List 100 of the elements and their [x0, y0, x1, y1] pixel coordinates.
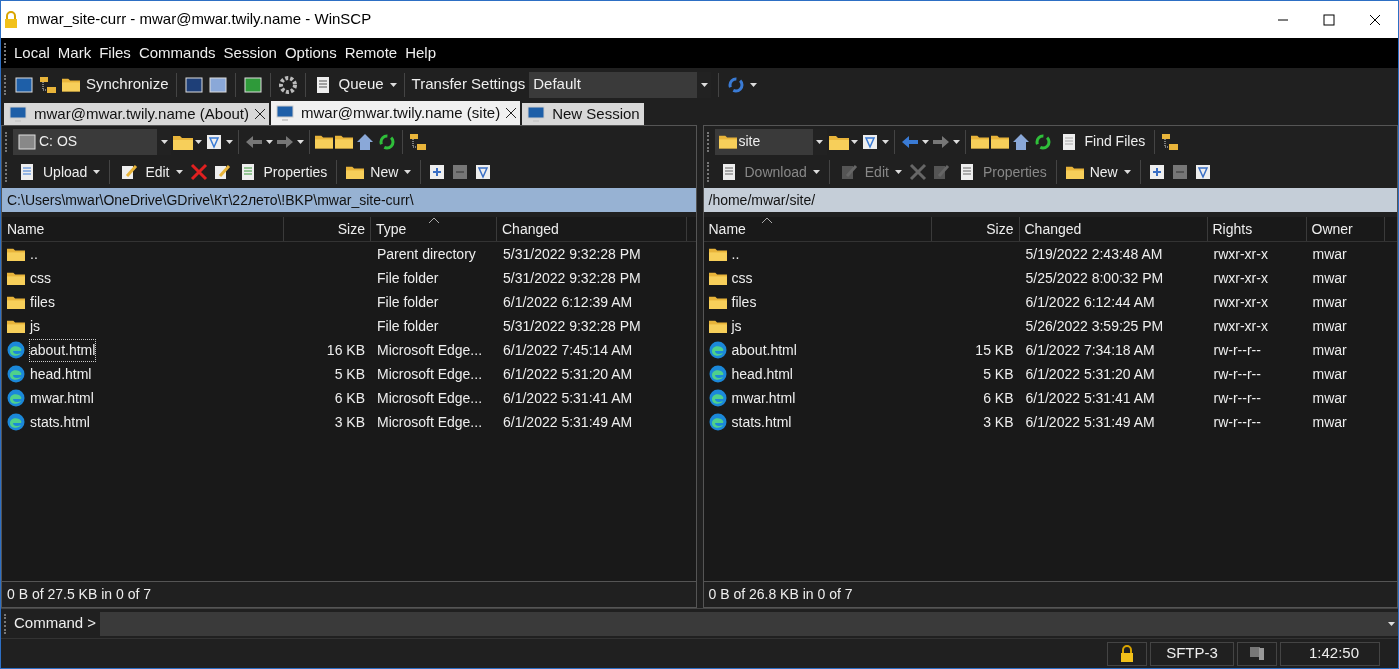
find-files-button[interactable]: Find Files: [1054, 128, 1150, 155]
browser-file-icon: [708, 341, 727, 359]
caret-icon[interactable]: [195, 139, 202, 144]
caret-icon[interactable]: [175, 170, 183, 174]
synchronize-button[interactable]: Synchronize: [62, 73, 169, 96]
monitor-icon: [275, 103, 295, 123]
caret-icon[interactable]: [700, 82, 708, 87]
folder-icon: [7, 270, 25, 286]
table-cell-text: 6/1/2022 5:31:49 AM: [502, 412, 634, 432]
file-name[interactable]: css: [730, 266, 754, 290]
path-bar: /home/mwar/site/: [703, 188, 1397, 212]
file-name[interactable]: about.html: [29, 338, 97, 362]
table-cell-text: mwar: [1311, 316, 1348, 336]
menu-item[interactable]: Commands: [134, 41, 220, 65]
caret-icon[interactable]: [816, 139, 823, 144]
table-cell-text: Microsoft Edge...: [376, 364, 484, 384]
caret-icon[interactable]: [881, 139, 889, 144]
location-dropdown[interactable]: site: [714, 128, 827, 155]
column-header[interactable]: Name: [2, 217, 284, 241]
sync-folders-icon[interactable]: [38, 74, 58, 95]
file-name[interactable]: js: [29, 314, 42, 338]
new-button[interactable]: New: [343, 159, 415, 185]
upload-button[interactable]: Upload: [14, 159, 104, 185]
file-name[interactable]: mwar.html: [29, 386, 95, 410]
location-dropdown[interactable]: C: OS: [13, 128, 171, 155]
file-name[interactable]: ..: [730, 242, 741, 266]
caret-icon[interactable]: [921, 139, 929, 144]
browser-file-icon: [7, 365, 25, 383]
transfer-preset-dropdown[interactable]: Default: [529, 71, 712, 98]
column-header[interactable]: Changed: [497, 217, 687, 241]
table-cell-text: 6 KB: [982, 388, 1015, 408]
close-icon: [1369, 13, 1381, 26]
table-cell-text: 6/1/2022 6:12:39 AM: [502, 292, 634, 312]
menu-item[interactable]: Session: [219, 41, 281, 65]
menu-item[interactable]: Local: [10, 41, 54, 65]
close-icon[interactable]: [255, 109, 265, 119]
tree-icon[interactable]: [1160, 131, 1181, 152]
caret-icon[interactable]: [297, 139, 304, 144]
menu-item[interactable]: Remote: [340, 41, 402, 65]
new-button[interactable]: New: [1062, 159, 1134, 185]
edit-icon[interactable]: [119, 162, 140, 182]
file-name[interactable]: head.html: [29, 362, 93, 386]
delete-icon[interactable]: [188, 162, 209, 182]
file-name[interactable]: stats.html: [29, 410, 91, 434]
caret-icon[interactable]: [93, 170, 101, 174]
table-cell-text: rwxr-xr-x: [1212, 316, 1269, 336]
home-icon[interactable]: [355, 131, 375, 152]
sort-caret-icon: [429, 218, 439, 223]
path-bar: C:\Users\mwar\OneDrive\GDrive\Кт\22лето\!BKP\mwar_site-curr\: [2, 188, 696, 212]
table-cell-text: 6/1/2022 5:31:41 AM: [502, 388, 634, 408]
session-tab[interactable]: New Session: [522, 103, 644, 125]
file-name[interactable]: ..: [29, 242, 39, 266]
caret-icon[interactable]: [1123, 170, 1131, 174]
tree-icon[interactable]: [408, 131, 428, 152]
file-name[interactable]: files: [730, 290, 758, 314]
table-cell-text: 6/1/2022 5:31:20 AM: [1024, 364, 1156, 384]
queue-button[interactable]: Queue: [312, 73, 397, 96]
close-icon[interactable]: [506, 108, 517, 118]
new-folder-icon: [346, 164, 365, 180]
column-header[interactable]: Type: [371, 217, 497, 241]
column-header[interactable]: Owner: [1306, 217, 1385, 241]
properties-button[interactable]: Properties: [234, 159, 331, 185]
column-header[interactable]: Rights: [1207, 217, 1307, 241]
menu-item[interactable]: Help: [401, 41, 441, 65]
menu-item[interactable]: Files: [95, 41, 135, 65]
file-name[interactable]: about.html: [730, 338, 798, 362]
edit-button[interactable]: Edit: [116, 159, 186, 185]
session-tab[interactable]: mwar@mwar.twily.name (site): [271, 101, 521, 125]
file-name[interactable]: mwar.html: [730, 386, 797, 410]
column-header[interactable]: Size: [931, 217, 1020, 241]
column-header[interactable]: Changed: [1019, 217, 1208, 241]
menu-item[interactable]: Options: [280, 41, 341, 65]
session-tab[interactable]: mwar@mwar.twily.name (About): [4, 103, 269, 125]
file-name[interactable]: stats.html: [730, 410, 793, 434]
file-name[interactable]: css: [29, 266, 52, 290]
column-header[interactable]: Size: [284, 217, 371, 241]
caret-icon[interactable]: [389, 82, 397, 87]
new-folder-icon: [1065, 164, 1084, 180]
caret-icon[interactable]: [850, 139, 858, 144]
caret-icon[interactable]: [266, 139, 273, 144]
table-cell-text: 6/1/2022 7:34:18 AM: [1024, 340, 1156, 360]
settings-icon[interactable]: [277, 74, 298, 95]
caret-icon[interactable]: [750, 82, 758, 87]
file-name[interactable]: files: [29, 290, 56, 314]
caret-icon[interactable]: [1388, 621, 1395, 626]
caret-icon[interactable]: [160, 139, 168, 144]
file-name[interactable]: head.html: [730, 362, 794, 386]
caret-icon[interactable]: [404, 170, 412, 174]
panel-status: 0 B of 26.8 KB in 0 of 7: [708, 585, 853, 604]
table-cell-text: rw-r--r--: [1212, 388, 1262, 408]
command-input[interactable]: [100, 611, 1398, 636]
table-cell-text: mwar: [1311, 364, 1348, 384]
file-name[interactable]: js: [730, 314, 743, 338]
caret-icon[interactable]: [952, 139, 960, 144]
column-header[interactable]: Name: [703, 217, 932, 241]
caret-icon[interactable]: [226, 139, 233, 144]
open-folder-icon: [828, 133, 849, 150]
table-cell-text: 15 KB: [974, 340, 1015, 360]
table-cell-text: 5/25/2022 8:00:32 PM: [1024, 268, 1165, 288]
menu-item[interactable]: Mark: [53, 41, 96, 65]
